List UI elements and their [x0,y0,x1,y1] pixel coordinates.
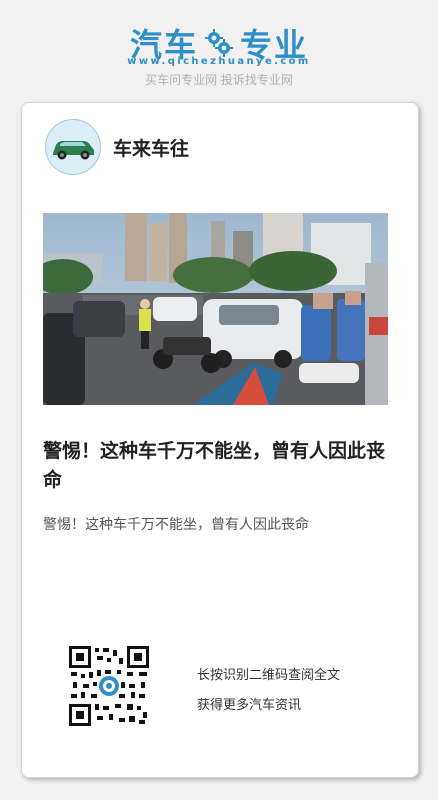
article-photo[interactable] [43,213,388,405]
qr-code-icon [69,646,149,726]
street-scene-image [43,213,388,405]
site-header: 汽车 专业 www.qichezhuanye.com 买车问专业网 投诉找专业网 [0,0,438,96]
author-name[interactable]: 车来车往 [113,134,189,161]
gear-icon [205,29,233,57]
site-url: www.qichezhuanye.com [127,56,311,67]
article-title[interactable]: 警惕！这种车千万不能坐，曾有人因此丧命 [43,437,399,495]
car-icon [53,141,94,160]
qr-hint-line2: 获得更多汽车资讯 [197,698,302,713]
qr-hint-line1: 长按识别二维码查阅全文 [197,668,341,683]
qr-code[interactable] [69,646,149,726]
author-avatar[interactable] [45,119,101,175]
share-card: 车来车往 警惕！这种车千万不能坐，曾有人因此丧命 警惕！这种车千万不能坐，曾有人… [21,102,419,778]
article-description: 警惕！这种车千万不能坐，曾有人因此丧命 [43,517,309,533]
site-slogan: 买车问专业网 投诉找专业网 [145,73,293,87]
